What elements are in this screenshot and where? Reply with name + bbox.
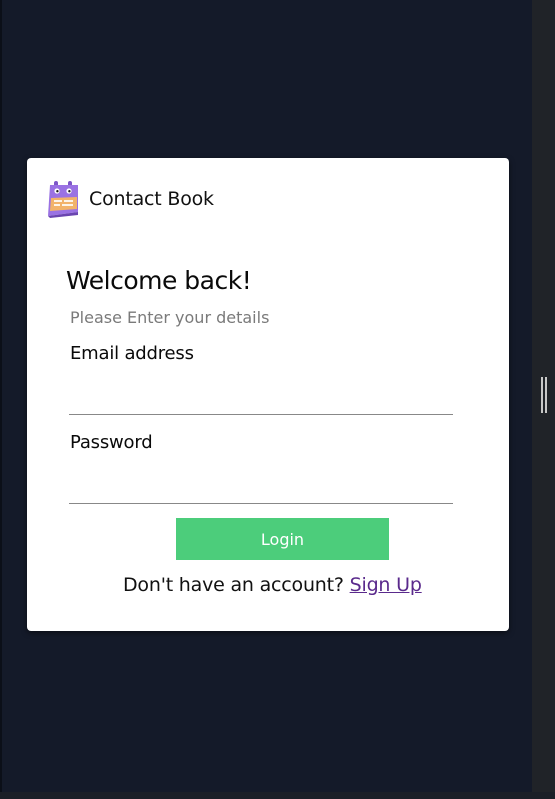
- login-card: Contact Book Welcome back! Please Enter …: [27, 158, 509, 631]
- app-viewport: Contact Book Welcome back! Please Enter …: [0, 0, 534, 792]
- resize-handle[interactable]: [541, 377, 548, 413]
- app-title: Contact Book: [89, 188, 214, 210]
- resize-grip-line: [545, 377, 547, 413]
- resize-grip-line: [541, 377, 543, 413]
- login-button[interactable]: Login: [176, 518, 389, 560]
- password-field[interactable]: [69, 474, 453, 504]
- email-field[interactable]: [69, 385, 453, 415]
- brand-header: Contact Book: [45, 180, 214, 218]
- no-account-text: Don't have an account?: [123, 574, 350, 596]
- bottom-edge: [0, 792, 555, 799]
- calendar-notebook-icon: [48, 181, 78, 218]
- signup-link[interactable]: Sign Up: [350, 574, 422, 596]
- password-label: Password: [70, 432, 153, 453]
- login-subtitle: Please Enter your details: [70, 308, 270, 327]
- welcome-heading: Welcome back!: [66, 266, 252, 295]
- signup-prompt: Don't have an account? Sign Up: [123, 574, 422, 596]
- email-label: Email address: [70, 343, 194, 364]
